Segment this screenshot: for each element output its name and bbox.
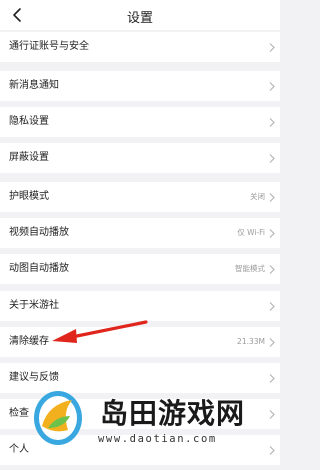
watermark-logo-icon (34, 391, 82, 445)
settings-row-label: 检查 (9, 408, 29, 419)
chevron-right-icon (269, 154, 275, 163)
chevron-right-icon (269, 338, 275, 347)
watermark-title: 岛田游戏网 (100, 397, 246, 430)
chevron-right-icon (269, 43, 275, 52)
settings-row-label: 动图自动播放 (9, 263, 69, 274)
settings-row-label: 视频自动播放 (9, 227, 69, 238)
settings-row[interactable]: 关于米游社 (0, 291, 280, 321)
settings-row-label: 个人 (9, 444, 29, 455)
settings-row[interactable]: 屏蔽设置 (0, 143, 280, 173)
title-bar: 设置 (0, 0, 280, 30)
watermark-url: www.daotian.com (98, 433, 217, 445)
settings-row-label: 清除缓存 (9, 336, 49, 347)
settings-row-label: 隐私设置 (9, 116, 49, 127)
chevron-right-icon (269, 229, 275, 238)
chevron-right-icon (269, 302, 275, 311)
watermark: 岛田游戏网 www.daotian.com (28, 380, 280, 470)
chevron-right-icon (269, 82, 275, 91)
red-arrow-annotation (52, 320, 148, 343)
settings-row-label: 屏蔽设置 (9, 152, 49, 163)
settings-row[interactable]: 动图自动播放 智能模式 (0, 254, 280, 284)
settings-row[interactable]: 视频自动播放 仅 Wi-Fi (0, 218, 280, 248)
settings-row-label: 护眼模式 (9, 191, 49, 202)
settings-row-value: 仅 Wi-Fi (237, 228, 265, 237)
settings-row-value: 智能模式 (235, 264, 265, 273)
settings-row[interactable]: 通行证账号与安全 (0, 32, 280, 62)
chevron-right-icon (269, 118, 275, 127)
settings-row[interactable]: 新消息通知 (0, 71, 280, 101)
settings-row-value: 关闭 (250, 192, 265, 201)
settings-row[interactable]: 隐私设置 (0, 107, 280, 137)
settings-row-label: 通行证账号与安全 (9, 41, 89, 52)
chevron-right-icon (269, 265, 275, 274)
settings-row[interactable]: 护眼模式 关闭 (0, 182, 280, 212)
page-title: 设置 (126, 11, 153, 26)
settings-row-label: 新消息通知 (9, 80, 59, 91)
chevron-right-icon (269, 193, 275, 202)
settings-row-value: 21.33M (237, 337, 265, 346)
settings-row-label: 关于米游社 (9, 300, 59, 311)
